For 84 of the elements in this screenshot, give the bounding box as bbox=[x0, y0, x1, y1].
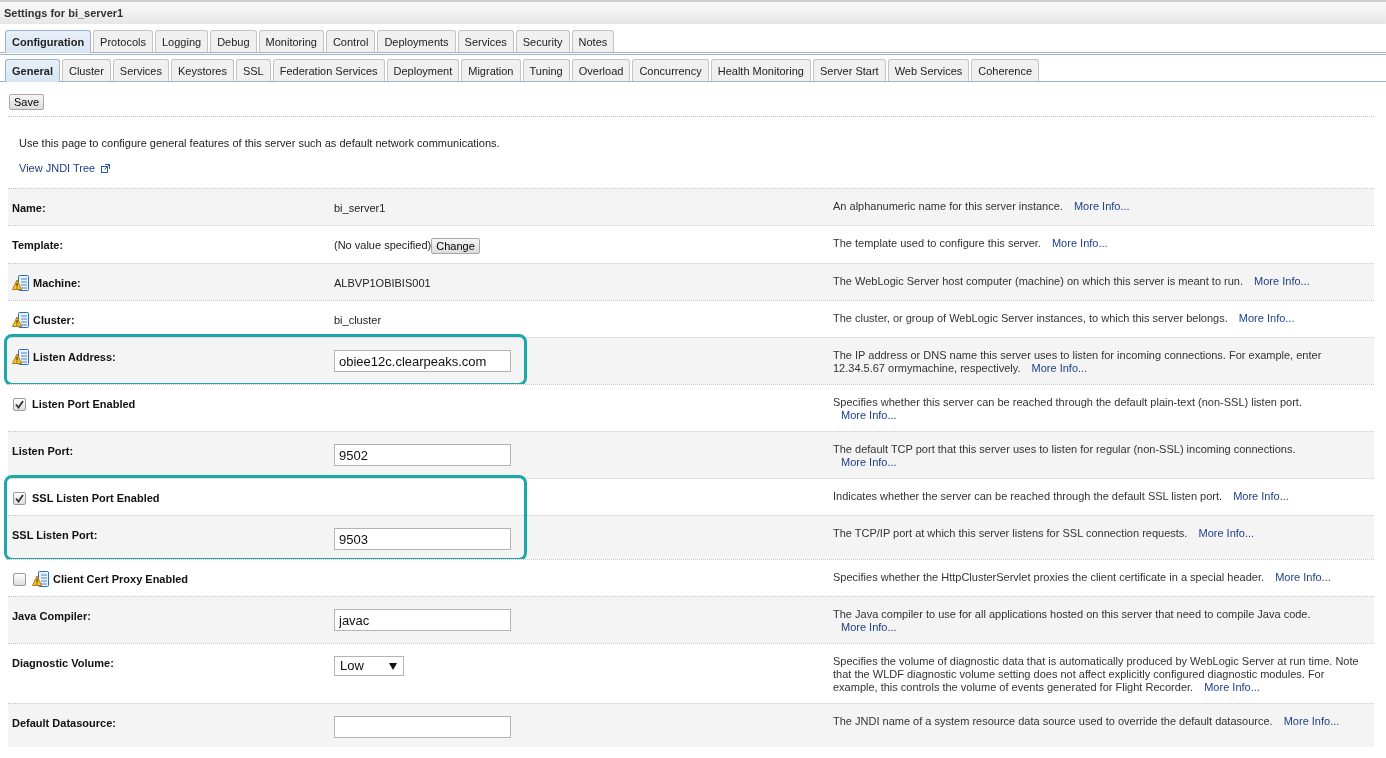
field-label: Name: bbox=[12, 201, 46, 216]
checkbox[interactable] bbox=[13, 573, 26, 586]
tab[interactable]: Control bbox=[325, 30, 376, 52]
subtab[interactable]: SSL bbox=[235, 59, 271, 81]
subtab[interactable]: General bbox=[5, 59, 60, 82]
field-label: Template: bbox=[12, 238, 64, 253]
subtab[interactable]: Deployment bbox=[386, 59, 460, 81]
dropdown[interactable]: Low bbox=[334, 656, 404, 676]
page-title: Settings for bi_server1 bbox=[4, 7, 124, 19]
field-description: Specifies the volume of diagnostic data that is automatically produced by WebLogic Server at run time. Note that the WLDF diagnostic volume setting does not affect explicitly configured diagnostic modules. For example, this controls the volume of events generated for Flight Recorder. More Info... bbox=[833, 655, 1360, 694]
more-info-link[interactable]: More Info... bbox=[841, 621, 897, 633]
field-description: An alphanumeric name for this server instance. More Info... bbox=[833, 200, 1131, 213]
subtab[interactable]: Keystores bbox=[171, 59, 234, 81]
field-description: The template used to configure this server. More Info... bbox=[833, 237, 1109, 250]
input-field[interactable]: 9503 bbox=[334, 528, 511, 550]
subtab[interactable]: Tuning bbox=[522, 59, 570, 81]
tab[interactable]: Protocols bbox=[93, 30, 153, 52]
tab[interactable]: Configuration bbox=[5, 30, 92, 53]
field-label: Diagnostic Volume: bbox=[12, 656, 114, 671]
field-label: SSL Listen Port: bbox=[12, 528, 98, 543]
field-value: ALBVP1OBIBIS001 bbox=[334, 276, 431, 291]
more-info-link[interactable]: More Info... bbox=[1283, 715, 1340, 727]
field-description: The IP address or DNS name this server uses to listen for incoming connections. For example, enter 12.34.5.67 ormymachine, respectively. More Info... bbox=[833, 349, 1323, 375]
more-info-link[interactable]: More Info... bbox=[841, 409, 897, 421]
field-label: SSL Listen Port Enabled bbox=[32, 491, 160, 506]
more-info-link[interactable]: More Info... bbox=[1204, 681, 1260, 693]
more-info-link[interactable]: More Info... bbox=[1031, 362, 1088, 374]
change-button[interactable]: Change bbox=[431, 238, 480, 254]
field-description: Indicates whether the server can be reached through the default SSL listen port. More Info... bbox=[833, 490, 1290, 503]
field-label: Listen Port Enabled bbox=[32, 397, 136, 412]
field-label: Machine: bbox=[33, 276, 81, 291]
tab[interactable]: Monitoring bbox=[258, 30, 324, 52]
more-info-link[interactable]: More Info... bbox=[1238, 312, 1295, 324]
more-info-link[interactable]: More Info... bbox=[1254, 275, 1310, 287]
caret-icon bbox=[389, 662, 397, 670]
field-label: Listen Address: bbox=[33, 350, 116, 365]
field-value: (No value specified) bbox=[334, 238, 432, 253]
input-field[interactable]: obiee12c.clearpeaks.com bbox=[334, 350, 511, 372]
save-button[interactable]: Save bbox=[9, 94, 45, 110]
field-value: bi_cluster bbox=[334, 313, 382, 328]
tab[interactable]: Logging bbox=[154, 30, 209, 52]
field-description: The JNDI name of a system resource data source used to override the default datasource. More Info... bbox=[833, 715, 1341, 728]
checkbox[interactable] bbox=[13, 398, 26, 411]
input-field[interactable] bbox=[334, 716, 511, 738]
field-label: Listen Port: bbox=[12, 444, 74, 459]
subtab[interactable]: Concurrency bbox=[632, 59, 709, 81]
tab[interactable]: Deployments bbox=[377, 30, 456, 52]
field-description: The default TCP port that this server uses to listen for regular (non-SSL) incoming connections. More Info... bbox=[833, 443, 1297, 469]
subtab[interactable]: Health Monitoring bbox=[710, 59, 811, 81]
tab[interactable]: Security bbox=[515, 30, 570, 52]
more-info-link[interactable]: More Info... bbox=[1198, 527, 1255, 539]
field-description: Specifies whether the HttpClusterServlet proxies the client certificate in a special header. More Info... bbox=[833, 571, 1332, 584]
subtab[interactable]: Federation Services bbox=[272, 59, 385, 81]
subtab[interactable]: Server Start bbox=[812, 59, 886, 81]
input-field[interactable]: 9502 bbox=[334, 444, 511, 466]
checkbox[interactable] bbox=[13, 492, 26, 505]
field-value: bi_server1 bbox=[334, 201, 386, 216]
field-description: Specifies whether this server can be reached through the default plain-text (non-SSL) listen port. More Info... bbox=[833, 396, 1303, 422]
subtab[interactable]: Overload bbox=[571, 59, 631, 81]
field-description: The Java compiler to use for all applications hosted on this server that need to compile Java code. More Info... bbox=[833, 608, 1312, 634]
field-label: Client Cert Proxy Enabled bbox=[53, 572, 189, 587]
subtab[interactable]: Cluster bbox=[61, 59, 111, 81]
tab[interactable]: Notes bbox=[571, 30, 615, 52]
subtab[interactable]: Services bbox=[112, 59, 169, 81]
more-info-link[interactable]: More Info... bbox=[1073, 200, 1130, 212]
field-description: The cluster, or group of WebLogic Server instances, to which this server belongs. More Info... bbox=[833, 312, 1296, 325]
subtab[interactable]: Migration bbox=[461, 59, 521, 81]
subtab[interactable]: Web Services bbox=[887, 59, 970, 81]
field-label: Default Datasource: bbox=[12, 716, 116, 731]
more-info-link[interactable]: More Info... bbox=[841, 456, 897, 468]
tab[interactable]: Debug bbox=[210, 30, 257, 52]
field-description: The WebLogic Server host computer (machine) on which this server is meant to run. More Info... bbox=[833, 275, 1311, 288]
field-label: Java Compiler: bbox=[12, 609, 91, 624]
more-info-link[interactable]: More Info... bbox=[1275, 571, 1331, 583]
field-label: Cluster: bbox=[33, 313, 75, 328]
more-info-link[interactable]: More Info... bbox=[1233, 490, 1289, 502]
intro-text: Use this page to configure general features of this server such as default network communications. bbox=[19, 137, 501, 149]
field-description: The TCP/IP port at which this server listens for SSL connection requests. More Info... bbox=[833, 527, 1256, 540]
subtab[interactable]: Coherence bbox=[971, 59, 1040, 81]
input-field[interactable]: javac bbox=[334, 609, 511, 631]
jndi-tree-link[interactable]: View JNDI Tree bbox=[19, 162, 96, 174]
tab[interactable]: Services bbox=[457, 30, 514, 52]
more-info-link[interactable]: More Info... bbox=[1051, 237, 1108, 249]
external-link-icon bbox=[101, 163, 111, 173]
